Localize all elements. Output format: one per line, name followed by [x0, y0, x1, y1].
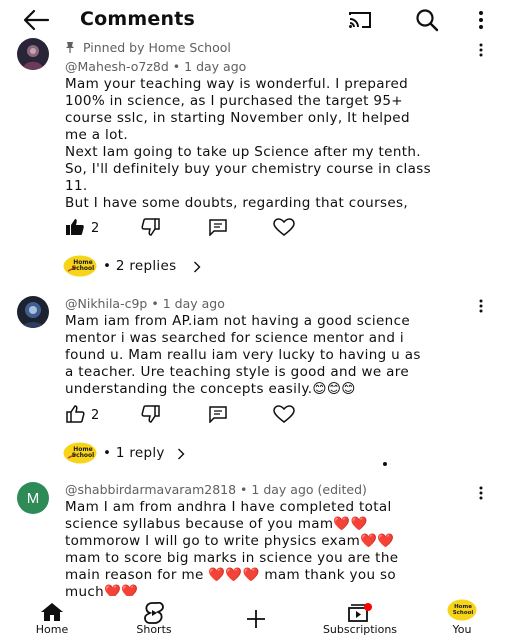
chevron-right-icon	[194, 261, 201, 273]
comment-menu-icon[interactable]	[477, 42, 485, 58]
bottom-navigation: Home Shorts Subscriptions Home School Yo…	[0, 596, 512, 640]
timestamp: 1 day ago (edited)	[251, 482, 367, 497]
replies-count: 2 replies	[115, 258, 177, 274]
view-replies-button[interactable]: Home School • 1 reply	[63, 442, 263, 466]
dislike-icon[interactable]	[141, 218, 161, 236]
create-plus-icon	[247, 610, 265, 628]
nav-home[interactable]: Home	[22, 596, 82, 640]
svg-text:School: School	[72, 452, 94, 459]
avatar[interactable]	[17, 296, 49, 328]
subscriptions-icon	[348, 603, 372, 622]
pin-icon	[66, 42, 74, 53]
comment-menu-icon[interactable]	[477, 485, 485, 501]
scroll-dot	[383, 462, 387, 466]
reply-icon[interactable]	[208, 218, 228, 236]
chevron-right-icon	[178, 448, 185, 460]
channel-logo: Home School	[63, 442, 97, 464]
comment-meta: @shabbirdarmavaram2818 • 1 day ago (edit…	[65, 482, 367, 497]
comment-text: Mam I am from andhra I have completed to…	[65, 499, 399, 600]
comment-meta: @Nikhila-c9p • 1 day ago	[65, 296, 225, 311]
replies-count: 1 reply	[115, 445, 165, 461]
comment-text: Mam your teaching way is wonderful. I pr…	[65, 76, 432, 211]
channel-avatar: Home School	[447, 599, 477, 621]
comment-text: Mam iam from AP.iam not having a good sc…	[65, 313, 421, 397]
comment-actions: 2	[65, 218, 325, 240]
avatar[interactable]: M	[17, 482, 49, 514]
cast-icon[interactable]	[347, 10, 373, 30]
nav-create[interactable]	[236, 596, 276, 640]
top-bar: Comments	[0, 0, 512, 40]
separator: •	[172, 59, 181, 74]
like-count: 2	[91, 408, 100, 423]
separator: •	[103, 258, 112, 274]
author-handle[interactable]: @shabbirdarmavaram2818	[65, 482, 236, 497]
author-handle[interactable]: @Mahesh-o7z8d	[65, 59, 169, 74]
separator: •	[103, 445, 112, 461]
comment-actions: 2	[65, 405, 325, 427]
avatar[interactable]	[17, 38, 49, 70]
comment-meta: @Mahesh-o7z8d • 1 day ago	[65, 59, 246, 74]
separator: •	[240, 482, 248, 497]
comment-menu-icon[interactable]	[477, 298, 485, 314]
like-icon[interactable]	[65, 405, 85, 423]
shorts-icon	[144, 602, 164, 624]
author-handle[interactable]: @Nikhila-c9p	[65, 296, 147, 311]
view-replies-button[interactable]: Home School • 2 replies	[63, 255, 263, 279]
heart-icon[interactable]	[273, 405, 295, 423]
heart-icon[interactable]	[273, 218, 295, 236]
nav-shorts[interactable]: Shorts	[124, 596, 184, 640]
page-title: Comments	[80, 8, 195, 30]
like-filled-icon[interactable]	[65, 218, 85, 236]
channel-logo: Home School	[63, 255, 97, 277]
separator: •	[151, 296, 159, 311]
home-icon	[41, 603, 63, 621]
nav-you[interactable]: Home School You	[438, 596, 486, 640]
dislike-icon[interactable]	[141, 405, 161, 423]
like-count: 2	[91, 221, 100, 236]
back-arrow-icon[interactable]	[22, 8, 50, 32]
nav-subscriptions[interactable]: Subscriptions	[314, 596, 406, 640]
reply-icon[interactable]	[208, 405, 228, 423]
svg-text:School: School	[453, 610, 474, 616]
pinned-label: Pinned by Home School	[65, 40, 231, 55]
timestamp: 1 day ago	[162, 296, 225, 311]
more-options-icon[interactable]	[475, 8, 487, 32]
svg-text:School: School	[72, 265, 94, 272]
avatar-letter: M	[26, 489, 40, 507]
timestamp: 1 day ago	[184, 59, 247, 74]
search-icon[interactable]	[414, 8, 440, 32]
